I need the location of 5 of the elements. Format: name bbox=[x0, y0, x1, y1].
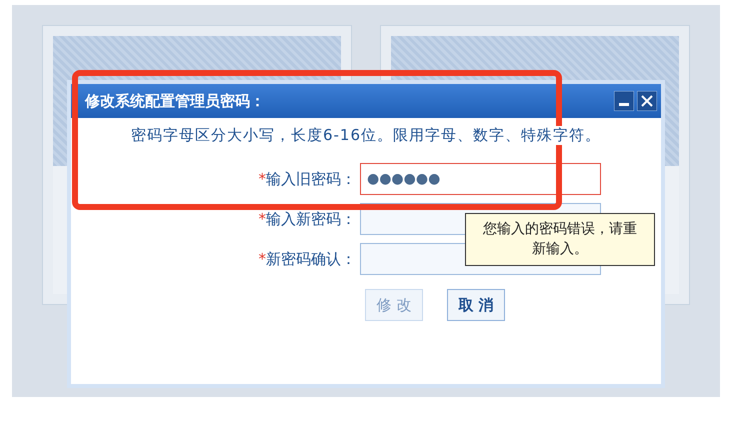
field-label: *输入新密码： bbox=[258, 210, 357, 228]
field-label: *新密码确认： bbox=[258, 250, 357, 268]
field-label: *输入旧密码： bbox=[258, 170, 357, 188]
error-tooltip: 您输入的密码错误，请重新输入。 bbox=[465, 213, 655, 266]
window-title: 修改系统配置管理员密码： bbox=[85, 92, 265, 110]
